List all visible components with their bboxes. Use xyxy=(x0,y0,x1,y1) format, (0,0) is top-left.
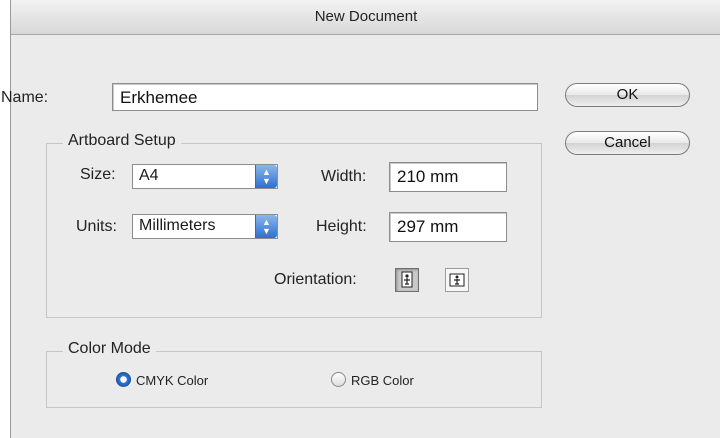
cancel-button[interactable]: Cancel xyxy=(565,131,690,155)
orientation-label: Orientation: xyxy=(274,271,357,288)
units-label: Units: xyxy=(76,218,117,235)
size-label: Size: xyxy=(80,166,116,183)
color-mode-title: Color Mode xyxy=(63,340,156,358)
portrait-icon xyxy=(401,271,413,288)
rgb-radio[interactable] xyxy=(331,372,346,387)
height-input[interactable]: 297 mm xyxy=(389,212,507,242)
title-bar[interactable]: New Document xyxy=(11,0,720,35)
width-input[interactable]: 210 mm xyxy=(389,162,507,192)
updown-arrows-icon: ▲ ▼ xyxy=(255,165,277,188)
size-select[interactable]: A4 ▲ ▼ xyxy=(132,164,278,189)
units-select-value: Millimeters xyxy=(139,217,216,234)
cmyk-radio[interactable] xyxy=(116,372,131,387)
size-select-value: A4 xyxy=(139,167,159,184)
landscape-icon xyxy=(449,273,465,287)
portrait-orientation-button[interactable] xyxy=(395,268,419,292)
height-label: Height: xyxy=(316,218,367,235)
new-document-dialog: New Document Name: Erkhemee OK Cancel Ar… xyxy=(1,0,720,438)
units-select[interactable]: Millimeters ▲ ▼ xyxy=(132,214,278,239)
name-label: Name: xyxy=(1,89,49,106)
artboard-setup-title: Artboard Setup xyxy=(63,132,181,150)
dialog-title: New Document xyxy=(314,8,418,25)
updown-arrows-icon: ▲ ▼ xyxy=(255,215,277,238)
landscape-orientation-button[interactable] xyxy=(445,268,469,292)
ok-button[interactable]: OK xyxy=(565,83,690,107)
name-input[interactable]: Erkhemee xyxy=(112,83,538,111)
width-label: Width: xyxy=(321,168,367,185)
cmyk-radio-label[interactable]: CMYK Color xyxy=(136,373,208,388)
rgb-radio-label[interactable]: RGB Color xyxy=(351,373,414,388)
